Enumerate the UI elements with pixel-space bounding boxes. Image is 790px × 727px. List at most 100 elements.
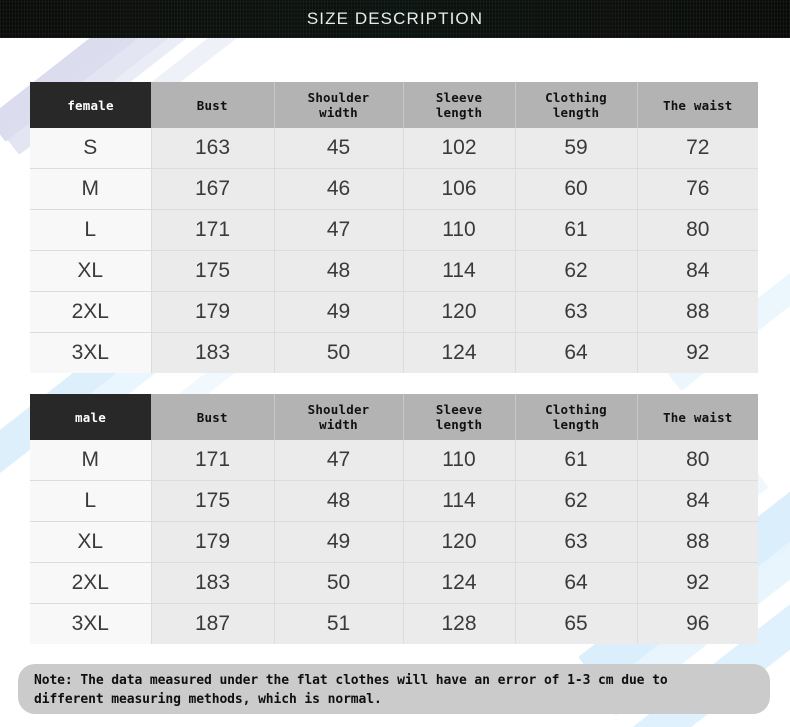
cell-shoulder-width: 48 <box>274 250 404 292</box>
cell-sleeve-length: 110 <box>403 440 516 481</box>
cell-sleeve-length: 120 <box>403 291 516 333</box>
cell-sleeve-length: 124 <box>403 332 516 373</box>
female-size-table: female Bust Shoulder width Sleeve length… <box>30 82 758 373</box>
cell-clothing-length: 61 <box>515 440 638 481</box>
cell-the-waist: 92 <box>637 562 758 604</box>
cell-clothing-length: 64 <box>515 562 638 604</box>
male-table-body: M 171 47 110 61 80 L 175 48 114 62 84 XL… <box>30 440 758 644</box>
table-header-row: male Bust Shoulder width Sleeve length C… <box>30 394 758 440</box>
banner-title: SIZE DESCRIPTION <box>306 9 484 28</box>
cell-size: M <box>30 440 152 481</box>
header-gender-female: female <box>30 82 151 128</box>
cell-sleeve-length: 120 <box>403 521 516 563</box>
cell-shoulder-width: 49 <box>274 521 404 563</box>
measurement-note-box: Note: The data measured under the flat c… <box>18 664 770 714</box>
cell-shoulder-width: 45 <box>274 128 404 169</box>
header-clothing-length: Clothing length <box>515 82 638 128</box>
female-table-body: S 163 45 102 59 72 M 167 46 106 60 76 L … <box>30 128 758 373</box>
header-the-waist: The waist <box>637 394 758 440</box>
cell-clothing-length: 59 <box>515 128 638 169</box>
measurement-note-text: Note: The data measured under the flat c… <box>34 673 668 707</box>
header-sleeve-length: Sleeve length <box>403 82 516 128</box>
cell-shoulder-width: 49 <box>274 291 404 333</box>
cell-clothing-length: 63 <box>515 291 638 333</box>
cell-shoulder-width: 51 <box>274 603 404 644</box>
female-size-table-container: female Bust Shoulder width Sleeve length… <box>30 82 758 373</box>
table-row: M 171 47 110 61 80 <box>30 440 758 481</box>
cell-the-waist: 88 <box>637 291 758 333</box>
table-row: 3XL 187 51 128 65 96 <box>30 603 758 644</box>
cell-sleeve-length: 114 <box>403 480 516 522</box>
cell-sleeve-length: 114 <box>403 250 516 292</box>
cell-bust: 167 <box>151 168 275 210</box>
cell-the-waist: 72 <box>637 128 758 169</box>
cell-bust: 175 <box>151 480 275 522</box>
cell-sleeve-length: 128 <box>403 603 516 644</box>
cell-size: 2XL <box>30 291 152 333</box>
cell-sleeve-length: 102 <box>403 128 516 169</box>
header-shoulder-width: Shoulder width <box>274 82 404 128</box>
cell-clothing-length: 60 <box>515 168 638 210</box>
cell-bust: 179 <box>151 291 275 333</box>
cell-shoulder-width: 47 <box>274 209 404 251</box>
cell-size: S <box>30 128 152 169</box>
cell-bust: 179 <box>151 521 275 563</box>
table-row: XL 175 48 114 62 84 <box>30 250 758 292</box>
cell-clothing-length: 63 <box>515 521 638 563</box>
cell-size: 3XL <box>30 332 152 373</box>
header-clothing-length: Clothing length <box>515 394 638 440</box>
cell-bust: 163 <box>151 128 275 169</box>
male-size-table: male Bust Shoulder width Sleeve length C… <box>30 394 758 644</box>
cell-the-waist: 80 <box>637 440 758 481</box>
cell-size: XL <box>30 521 152 563</box>
table-row: M 167 46 106 60 76 <box>30 168 758 210</box>
table-header-row: female Bust Shoulder width Sleeve length… <box>30 82 758 128</box>
cell-bust: 175 <box>151 250 275 292</box>
header-the-waist: The waist <box>637 82 758 128</box>
cell-clothing-length: 62 <box>515 250 638 292</box>
cell-the-waist: 92 <box>637 332 758 373</box>
male-size-table-container: male Bust Shoulder width Sleeve length C… <box>30 394 758 644</box>
cell-the-waist: 84 <box>637 480 758 522</box>
cell-size: XL <box>30 250 152 292</box>
male-table-header: male Bust Shoulder width Sleeve length C… <box>30 394 758 440</box>
header-bust: Bust <box>151 82 275 128</box>
cell-the-waist: 76 <box>637 168 758 210</box>
cell-sleeve-length: 110 <box>403 209 516 251</box>
cell-clothing-length: 65 <box>515 603 638 644</box>
cell-sleeve-length: 124 <box>403 562 516 604</box>
cell-size: M <box>30 168 152 210</box>
table-row: 2XL 179 49 120 63 88 <box>30 291 758 333</box>
cell-the-waist: 96 <box>637 603 758 644</box>
cell-shoulder-width: 48 <box>274 480 404 522</box>
table-row: L 175 48 114 62 84 <box>30 480 758 522</box>
table-row: 3XL 183 50 124 64 92 <box>30 332 758 373</box>
size-description-banner: SIZE DESCRIPTION <box>0 0 790 38</box>
cell-size: L <box>30 480 152 522</box>
table-row: XL 179 49 120 63 88 <box>30 521 758 563</box>
cell-clothing-length: 64 <box>515 332 638 373</box>
cell-bust: 187 <box>151 603 275 644</box>
header-bust: Bust <box>151 394 275 440</box>
table-row: S 163 45 102 59 72 <box>30 128 758 169</box>
cell-size: 2XL <box>30 562 152 604</box>
cell-bust: 183 <box>151 562 275 604</box>
table-row: L 171 47 110 61 80 <box>30 209 758 251</box>
female-table-header: female Bust Shoulder width Sleeve length… <box>30 82 758 128</box>
cell-the-waist: 84 <box>637 250 758 292</box>
cell-sleeve-length: 106 <box>403 168 516 210</box>
cell-clothing-length: 61 <box>515 209 638 251</box>
cell-shoulder-width: 50 <box>274 562 404 604</box>
cell-clothing-length: 62 <box>515 480 638 522</box>
cell-shoulder-width: 47 <box>274 440 404 481</box>
cell-bust: 171 <box>151 209 275 251</box>
cell-size: 3XL <box>30 603 152 644</box>
cell-shoulder-width: 46 <box>274 168 404 210</box>
cell-bust: 183 <box>151 332 275 373</box>
cell-shoulder-width: 50 <box>274 332 404 373</box>
header-gender-male: male <box>30 394 151 440</box>
cell-bust: 171 <box>151 440 275 481</box>
table-row: 2XL 183 50 124 64 92 <box>30 562 758 604</box>
header-sleeve-length: Sleeve length <box>403 394 516 440</box>
cell-the-waist: 88 <box>637 521 758 563</box>
